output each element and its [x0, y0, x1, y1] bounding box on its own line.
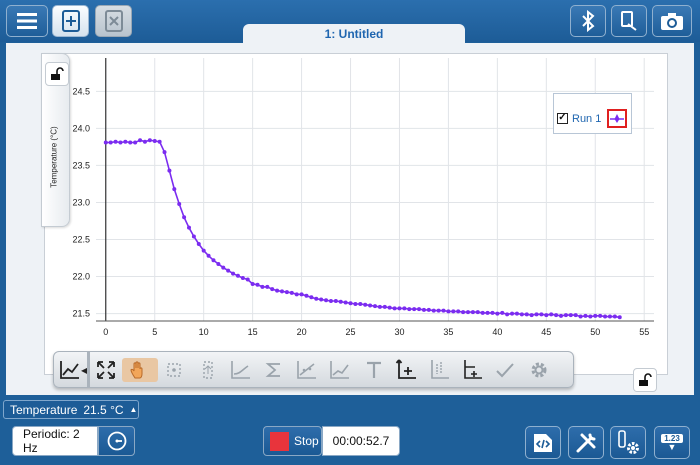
- stop-label: Stop: [294, 434, 319, 448]
- menu-button[interactable]: [6, 5, 48, 37]
- run-checkbox[interactable]: ✓: [557, 113, 568, 124]
- selection-icon: [203, 361, 213, 379]
- y-axis-label: Temperature (°C): [49, 126, 59, 188]
- graph-type-icon: [60, 361, 79, 379]
- x-axis-lock-button[interactable]: [633, 368, 657, 392]
- rate-label: Periodic: 2 Hz: [23, 427, 80, 455]
- graph-options-icon: [431, 360, 449, 379]
- connected-device-button[interactable]: [611, 5, 647, 37]
- annotation-icon: [367, 361, 381, 378]
- add-axis-icon: [395, 359, 416, 379]
- interpolate-button[interactable]: [460, 358, 484, 382]
- add-axis-button[interactable]: [394, 358, 418, 382]
- timer-icon: [107, 431, 126, 451]
- elapsed-time: 00:00:52.7: [322, 426, 400, 456]
- selection-button[interactable]: [196, 358, 220, 382]
- caret-down-icon: ▼: [667, 441, 677, 452]
- data-collection-settings-button[interactable]: [98, 426, 135, 456]
- check-icon: [496, 363, 514, 378]
- autoscale-button[interactable]: [94, 358, 118, 382]
- code-button[interactable]: [525, 426, 561, 459]
- bluetooth-button[interactable]: [570, 5, 606, 37]
- stop-icon: [270, 431, 289, 451]
- document-title: 1: Untitled: [324, 27, 384, 41]
- new-file-button[interactable]: [52, 5, 89, 37]
- graph-legend: ✓ Run 1: [553, 93, 632, 134]
- timer-value: 00:00:52.7: [332, 434, 390, 448]
- sensor-settings-button[interactable]: [610, 426, 646, 459]
- top-toolbar: 1: Untitled: [0, 0, 700, 44]
- autoscale-icon: [97, 361, 115, 379]
- y-axis-lock-button[interactable]: [45, 62, 69, 86]
- graph-toolbar: ◀: [53, 351, 574, 388]
- meter-button[interactable]: 1.23 ▼: [654, 426, 690, 459]
- camera-icon: [661, 13, 683, 30]
- curve-fit-button[interactable]: [295, 358, 319, 382]
- close-file-icon: [104, 10, 123, 32]
- new-file-icon: [61, 10, 80, 32]
- tangent-icon: [231, 361, 250, 379]
- caret-up-icon: ▲: [129, 405, 138, 414]
- bottom-toolbar: Periodic: 2 Hz Stop 00:00:52.7 1.23 ▼: [0, 420, 700, 465]
- curve-fit-icon: [297, 361, 316, 379]
- sensor-value: 21.5 °C: [83, 402, 124, 417]
- close-file-button[interactable]: [95, 5, 132, 37]
- pan-button[interactable]: [122, 358, 158, 382]
- examine-icon: [167, 363, 181, 377]
- model-icon: [330, 361, 349, 379]
- sensor-name: Temperature: [10, 402, 78, 417]
- data-collection-rate[interactable]: Periodic: 2 Hz: [12, 426, 98, 456]
- unlock-icon: [51, 67, 64, 80]
- unlock-icon: [639, 373, 652, 386]
- menu-icon: [17, 13, 37, 29]
- model-button[interactable]: [328, 358, 352, 382]
- settings-icon: [531, 362, 547, 378]
- tools-button[interactable]: [568, 426, 604, 459]
- camera-button[interactable]: [652, 5, 692, 37]
- statistics-icon: [265, 363, 280, 377]
- statistics-button[interactable]: [262, 358, 286, 382]
- series-marker-icon: [610, 114, 624, 123]
- settings-button[interactable]: [527, 358, 551, 382]
- bluetooth-icon: [582, 10, 595, 32]
- legend-run-label: Run 1: [572, 113, 602, 125]
- document-tab[interactable]: 1: Untitled: [243, 24, 465, 44]
- code-icon: [534, 433, 552, 452]
- connected-device-icon: [621, 11, 637, 31]
- pan-icon: [130, 361, 143, 379]
- graph-options-button[interactable]: [427, 358, 451, 382]
- stop-button[interactable]: Stop: [263, 426, 322, 456]
- tools-icon: [576, 433, 596, 452]
- interpolate-icon: [464, 360, 482, 379]
- tangent-button[interactable]: [229, 358, 253, 382]
- sensor-meter-chip[interactable]: Temperature 21.5 °C ▲: [3, 400, 139, 419]
- graph-type-button[interactable]: [58, 358, 82, 382]
- confirm-button[interactable]: [493, 358, 517, 382]
- annotation-button[interactable]: [362, 358, 386, 382]
- examine-button[interactable]: [162, 358, 186, 382]
- series-style-button[interactable]: [607, 109, 627, 128]
- sensor-settings-icon: [618, 429, 639, 454]
- toolbar-divider: [87, 352, 90, 387]
